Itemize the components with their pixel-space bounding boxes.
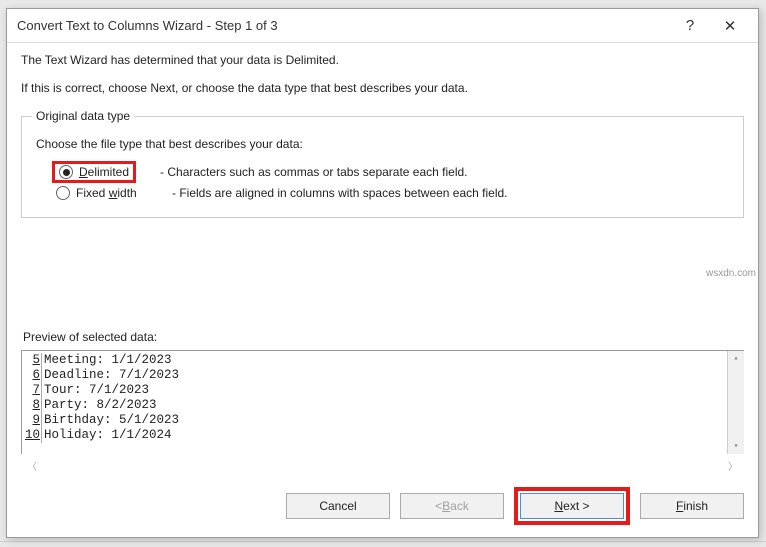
preview-row: 8Party: 8/2/2023	[24, 398, 744, 413]
titlebar: Convert Text to Columns Wizard - Step 1 …	[7, 9, 758, 43]
preview-row: 6Deadline: 7/1/2023	[24, 368, 744, 383]
original-data-type-group: Original data type Choose the file type …	[21, 109, 744, 218]
preview-label: Preview of selected data:	[23, 330, 744, 344]
dialog-title: Convert Text to Columns Wizard - Step 1 …	[17, 18, 670, 33]
preview-row: 5Meeting: 1/1/2023	[24, 353, 744, 368]
intro-text-1: The Text Wizard has determined that your…	[21, 53, 744, 67]
back-button: < Back	[400, 493, 504, 519]
dialog-content: The Text Wizard has determined that your…	[7, 43, 758, 481]
preview-vscroll[interactable]: ▴ ▾	[727, 351, 744, 454]
cancel-button[interactable]: Cancel	[286, 493, 390, 519]
group-legend: Original data type	[32, 109, 134, 123]
preview-row: 10Holiday: 1/1/2024	[24, 428, 744, 443]
radio-row-delimited: Delimited - Characters such as commas or…	[52, 161, 733, 183]
close-button[interactable]: ✕	[710, 11, 750, 41]
preview-hscroll[interactable]: 〈 〉	[21, 454, 744, 481]
radio-delimited-label[interactable]: Delimited	[79, 165, 129, 179]
watermark: wsxdn.com	[706, 268, 756, 279]
radio-delimited[interactable]	[59, 165, 73, 179]
scroll-right-icon[interactable]: 〉	[728, 458, 738, 473]
scroll-up-icon[interactable]: ▴	[734, 351, 739, 366]
radio-delimited-desc: - Characters such as commas or tabs sepa…	[160, 165, 467, 179]
button-row: Cancel < Back Next > Finish	[7, 481, 758, 537]
scroll-down-icon[interactable]: ▾	[734, 439, 739, 454]
next-button[interactable]: Next >	[520, 493, 624, 519]
finish-button[interactable]: Finish	[640, 493, 744, 519]
radio-fixed-width[interactable]	[56, 186, 70, 200]
scroll-left-icon[interactable]: 〈	[27, 458, 37, 473]
preview-row: 7Tour: 7/1/2023	[24, 383, 744, 398]
help-button[interactable]: ?	[670, 11, 710, 41]
highlight-next: Next >	[514, 487, 630, 525]
choose-label: Choose the file type that best describes…	[36, 137, 733, 151]
radio-row-fixed: Fixed width - Fields are aligned in colu…	[56, 186, 733, 200]
wizard-dialog: Convert Text to Columns Wizard - Step 1 …	[6, 8, 759, 538]
intro-text-2: If this is correct, choose Next, or choo…	[21, 81, 744, 95]
highlight-delimited: Delimited	[52, 161, 136, 183]
radio-fixed-width-desc: - Fields are aligned in columns with spa…	[172, 186, 508, 200]
preview-row: 9Birthday: 5/1/2023	[24, 413, 744, 428]
radio-fixed-width-label[interactable]: Fixed width	[76, 186, 166, 200]
preview-box: 5Meeting: 1/1/2023 6Deadline: 7/1/2023 7…	[21, 350, 744, 454]
